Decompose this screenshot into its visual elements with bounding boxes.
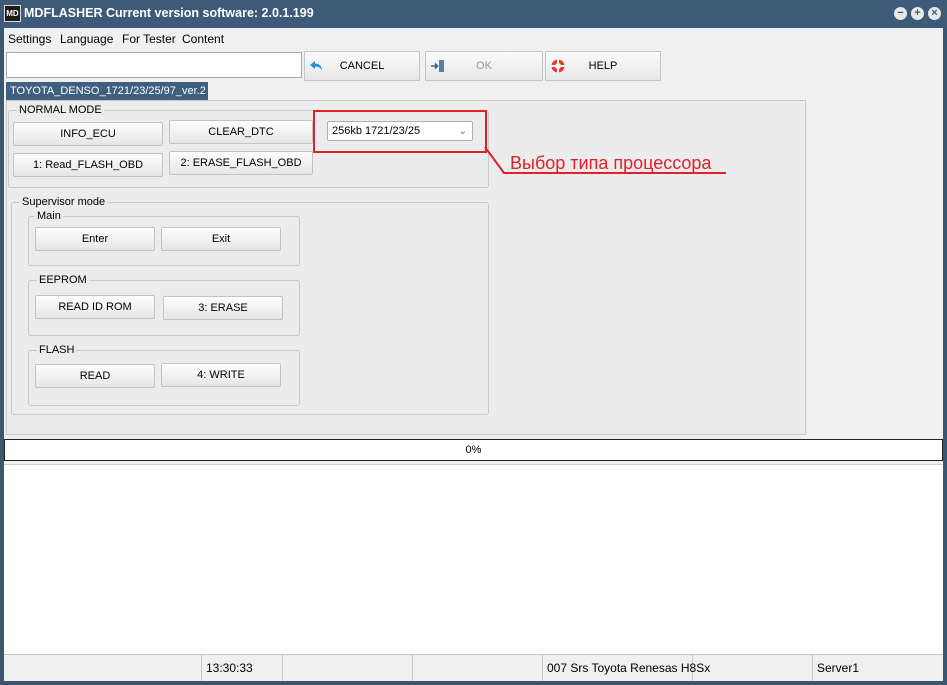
main-group: Main Enter Exit <box>28 210 300 266</box>
close-button[interactable]: × <box>928 7 941 20</box>
window-title: MDFLASHER Current version software: 2.0.… <box>24 6 314 20</box>
status-device: 007 Srs Toyota Renesas H8Sx <box>543 655 710 681</box>
app-logo-icon: MD <box>4 5 21 22</box>
tab-toyota-denso[interactable]: TOYOTA_DENSO_1721/23/25/97_ver.2 <box>6 82 208 102</box>
menu-settings[interactable]: Settings <box>8 32 51 46</box>
flash-title: FLASH <box>37 344 77 356</box>
eeprom-title: EEPROM <box>37 274 89 286</box>
status-cell-4 <box>413 655 543 681</box>
ok-button[interactable]: OK <box>425 51 543 81</box>
exit-button[interactable]: Exit <box>161 227 281 251</box>
supervisor-mode-group: Supervisor mode Main Enter Exit EEPROM R… <box>11 196 489 415</box>
read-id-rom-button[interactable]: READ ID ROM <box>35 295 155 319</box>
maximize-button[interactable]: + <box>911 7 924 20</box>
enter-button[interactable]: Enter <box>35 227 155 251</box>
info-ecu-button[interactable]: INFO_ECU <box>13 122 163 146</box>
status-cell-1 <box>4 655 202 681</box>
help-button[interactable]: HELP <box>545 51 661 81</box>
processor-highlight-box <box>313 110 487 153</box>
status-cell-6 <box>693 655 813 681</box>
help-label: HELP <box>588 60 618 72</box>
ok-label: OK <box>476 60 492 72</box>
supervisor-mode-title: Supervisor mode <box>20 196 108 208</box>
progress-label: 0% <box>465 444 482 456</box>
command-input[interactable] <box>6 52 302 78</box>
menu-bar: Settings Language For Tester Content <box>4 28 943 48</box>
status-server: Server1 <box>817 661 860 675</box>
progress-bar: 0% <box>4 439 943 461</box>
status-time: 13:30:33 <box>202 655 283 681</box>
title-bar[interactable]: MD MDFLASHER Current version software: 2… <box>0 0 947 28</box>
read-flash-obd-button[interactable]: 1: Read_FLASH_OBD <box>13 153 163 177</box>
erase-eeprom-button[interactable]: 3: ERASE <box>163 296 283 320</box>
menu-content[interactable]: Content <box>182 32 224 46</box>
status-bar: 13:30:33 007 Srs Toyota Renesas H8Sx Ser… <box>4 654 943 681</box>
minimize-button[interactable]: − <box>894 7 907 20</box>
annotation-label: Выбор типа процессора <box>510 153 712 173</box>
write-flash-button[interactable]: 4: WRITE <box>161 363 281 387</box>
clear-dtc-button[interactable]: CLEAR_DTC <box>169 120 313 144</box>
main-window: Settings Language For Tester Content CAN… <box>4 28 943 681</box>
menu-language[interactable]: Language <box>60 32 113 46</box>
erase-flash-obd-button[interactable]: 2: ERASE_FLASH_OBD <box>169 151 313 175</box>
status-cell-3 <box>283 655 413 681</box>
flash-group: FLASH READ 4: WRITE <box>28 344 300 406</box>
eeprom-group: EEPROM READ ID ROM 3: ERASE <box>28 274 300 336</box>
cancel-button[interactable]: CANCEL <box>304 51 420 81</box>
main-title: Main <box>35 210 63 222</box>
read-flash-button[interactable]: READ <box>35 364 155 388</box>
menu-for-tester[interactable]: For Tester <box>122 32 176 46</box>
normal-mode-title: NORMAL MODE <box>17 104 104 116</box>
cancel-label: CANCEL <box>339 60 385 72</box>
log-output-area[interactable] <box>4 464 943 654</box>
